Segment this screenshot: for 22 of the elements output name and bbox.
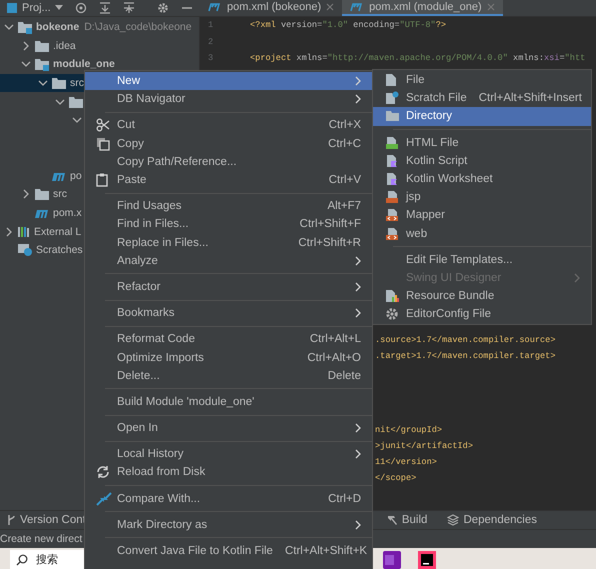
code-line: 11</version>	[375, 456, 438, 468]
tree-label: src	[53, 188, 67, 200]
line-number: 2	[207, 36, 214, 47]
line-number: 1	[207, 20, 214, 30]
tree-path: D:\Java_code\bokeone	[84, 21, 192, 34]
tree-label: bokeone	[36, 21, 80, 34]
tree-label: po	[70, 170, 82, 182]
code-line: nit</groupId>	[375, 424, 444, 436]
line-number: 3	[207, 53, 214, 64]
tree-label: pom.x	[53, 207, 82, 220]
code-line: >junit</artifactId>	[375, 440, 474, 452]
tree-label: src	[70, 77, 84, 90]
tree-label: module_one	[53, 58, 115, 70]
status-text: Create new direct	[0, 533, 82, 545]
tree-label: .idea	[53, 40, 76, 52]
code-line: <project xmlns="http://maven.apache.org/POM/4.0.0" xmlns:xsi="htt	[250, 53, 586, 64]
tree-label: Scratches	[36, 244, 83, 256]
tree-label: External L	[34, 226, 82, 238]
code-line: .source>1.7</maven.compiler.source>	[375, 334, 556, 346]
code-line: </scope>	[375, 472, 418, 484]
code-line: .target>1.7</maven.compiler.target>	[375, 350, 556, 362]
code-line: <?xml version="1.0" encoding="UTF-8"?>	[250, 20, 446, 30]
